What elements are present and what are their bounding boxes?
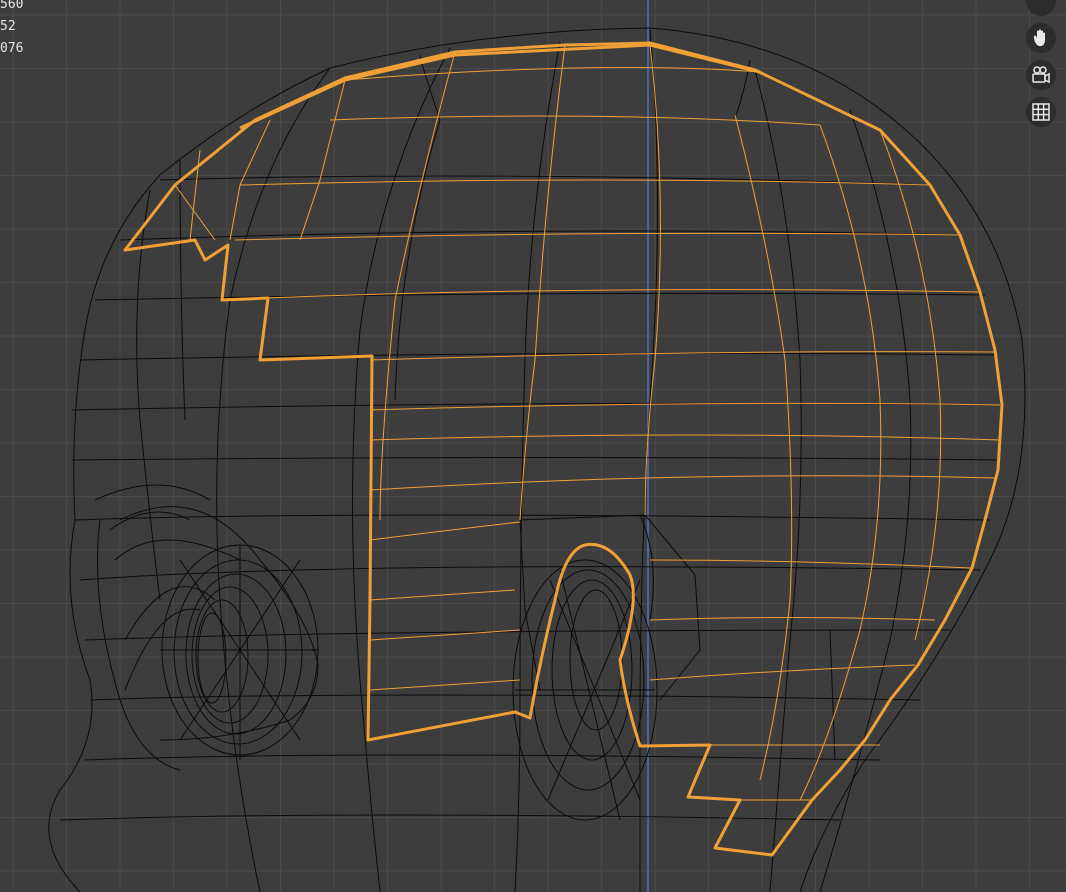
eye-mesh — [94, 484, 319, 771]
selection-boundary-top — [239, 43, 761, 130]
stat-line: 076 — [0, 41, 24, 56]
stat-line: 560 — [0, 0, 24, 12]
navigation-gizmo — [1026, 0, 1062, 134]
pan-view-button[interactable] — [1026, 23, 1056, 53]
3d-viewport[interactable]: 560 52 076 — [0, 0, 1066, 892]
zoom-button[interactable] — [1026, 0, 1056, 16]
viewport-canvas[interactable] — [0, 0, 1066, 892]
head-mesh-wireframe — [48, 27, 1026, 892]
hand-pan-icon — [1034, 29, 1045, 46]
camera-view-button[interactable] — [1026, 60, 1056, 90]
grid-view-button[interactable] — [1026, 97, 1056, 127]
viewport-statistics: 560 52 076 — [0, 0, 23, 60]
selected-faces-wireframe — [174, 44, 1001, 801]
stat-line: 52 — [0, 19, 16, 34]
camera-icon — [1032, 66, 1050, 84]
grid-icon — [1032, 103, 1050, 121]
